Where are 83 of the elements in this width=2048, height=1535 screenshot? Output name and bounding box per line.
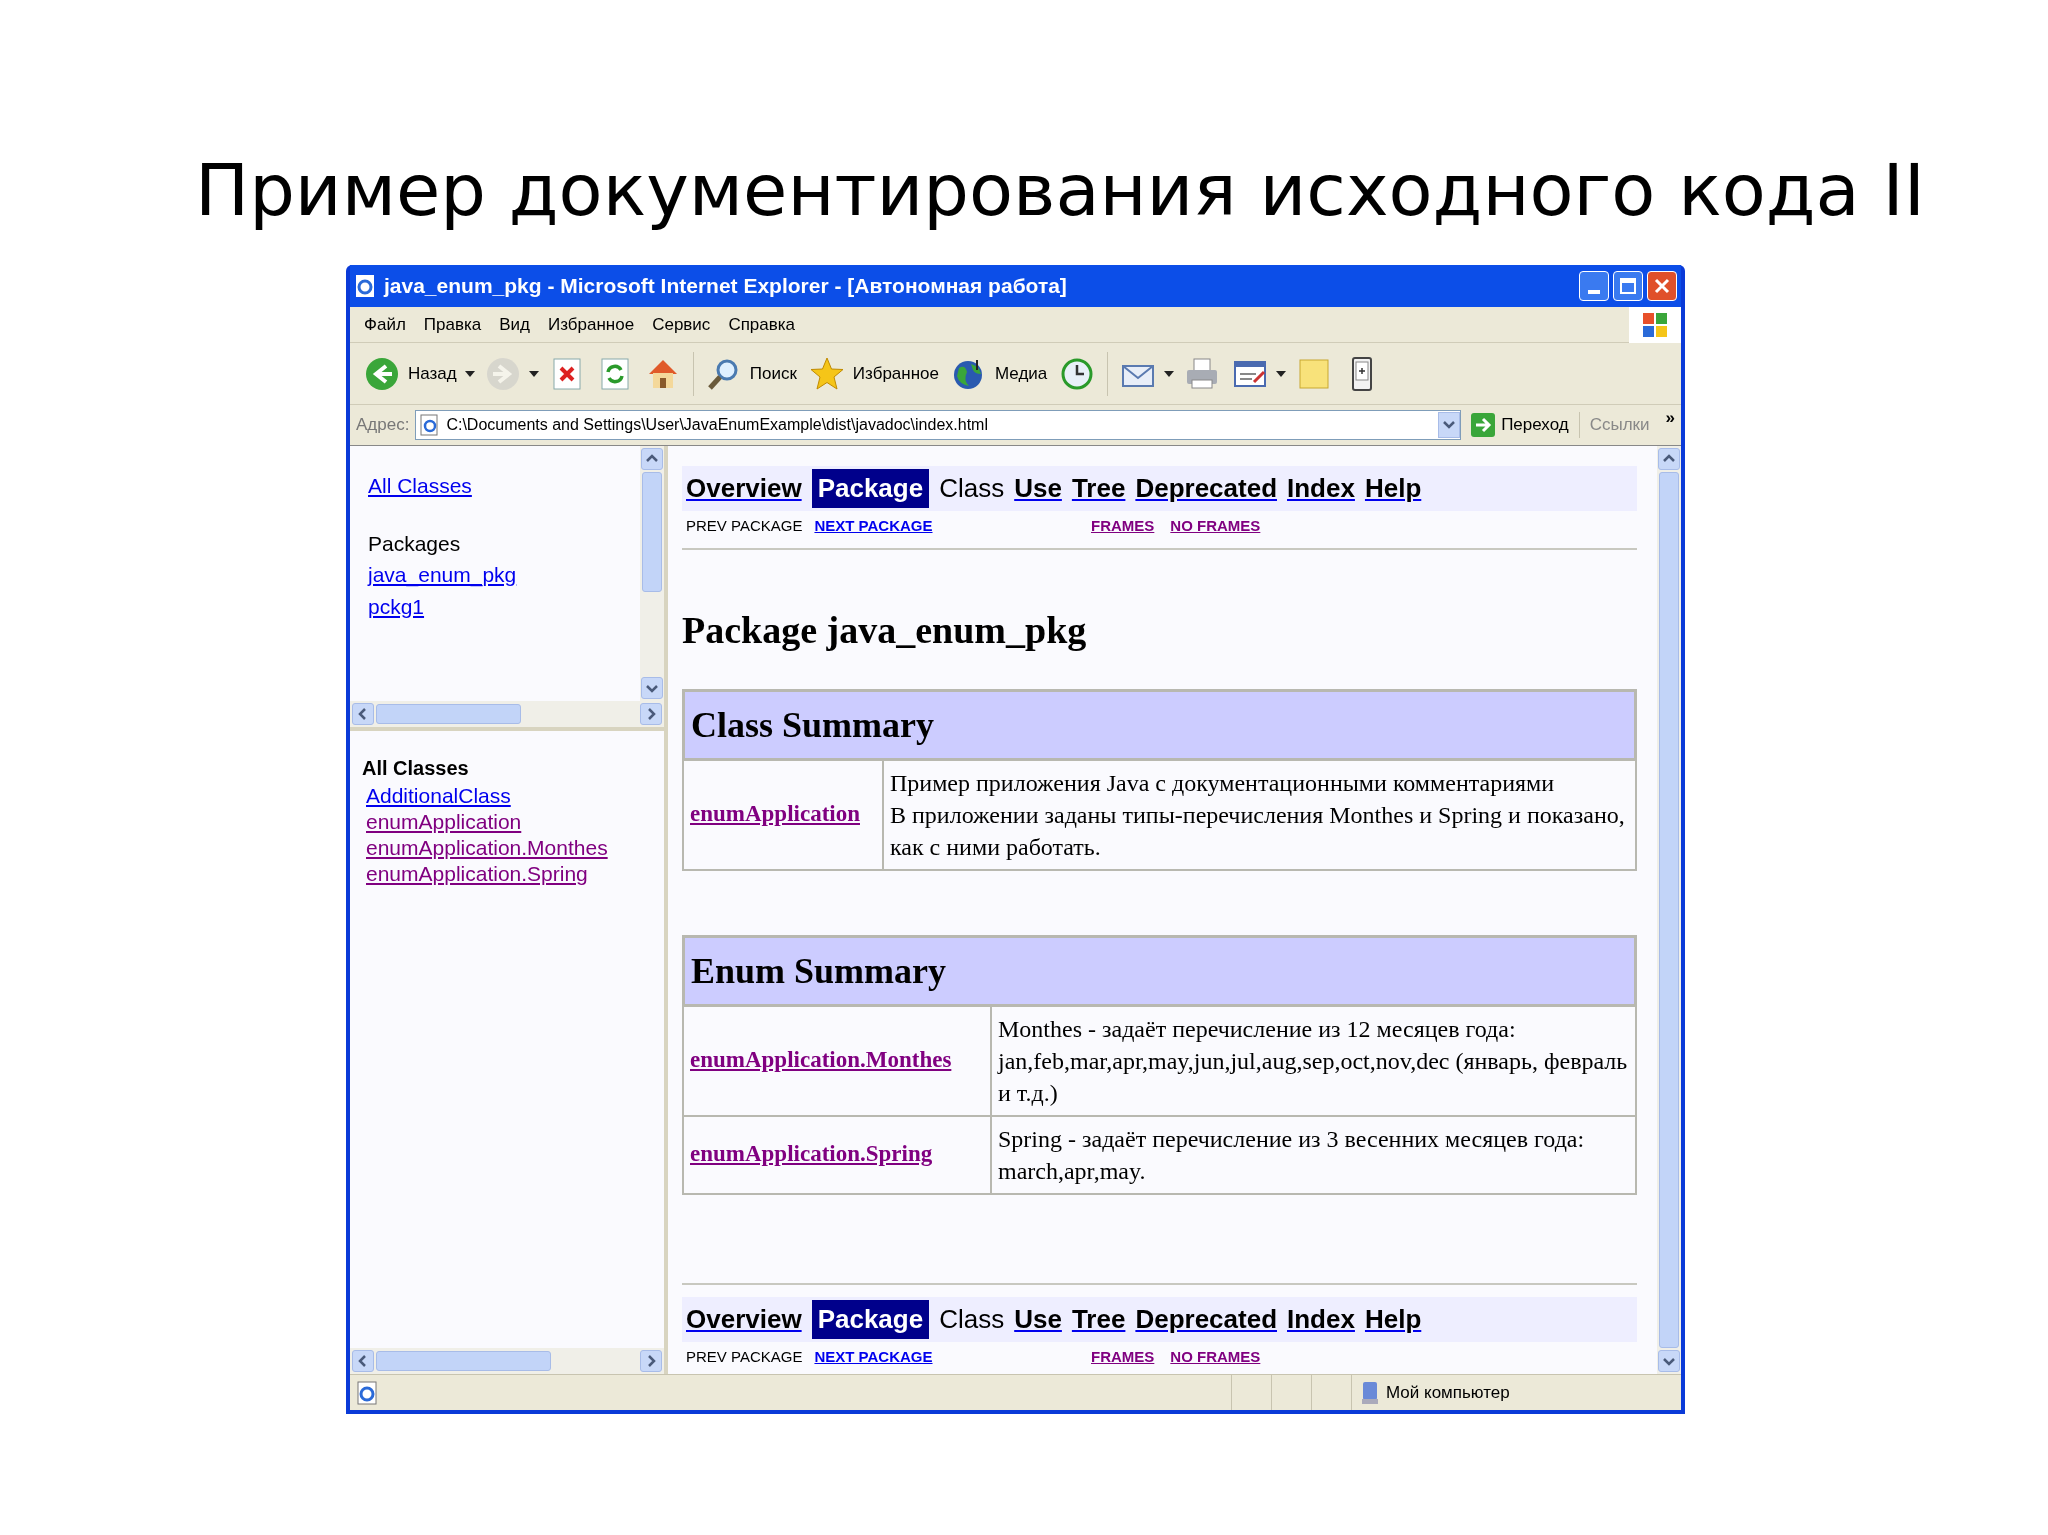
address-dropdown-button[interactable]	[1438, 412, 1461, 438]
table-header: Enum Summary	[684, 936, 1635, 1005]
nav-sub-link[interactable]: NO FRAMES	[1170, 1345, 1261, 1368]
table-header: Class Summary	[684, 690, 1635, 759]
dropdown-caret-icon[interactable]	[1276, 370, 1287, 377]
nav-sub-link[interactable]: NEXT PACKAGE	[814, 1345, 933, 1368]
minimize-icon	[1588, 290, 1600, 294]
horizontal-scrollbar[interactable]	[350, 1348, 664, 1374]
windows-flag-icon	[1642, 311, 1668, 338]
nav-sub-link[interactable]: FRAMES	[1091, 515, 1155, 538]
nav-link[interactable]: Package	[811, 469, 930, 508]
class-name-link[interactable]: enumApplication.Spring	[690, 1137, 933, 1172]
toolbar-button[interactable]: Поиск	[703, 353, 799, 394]
zone-label: Мой компьютер	[1386, 1381, 1510, 1404]
nav-link[interactable]: Use	[1014, 1299, 1062, 1339]
nav-sub-link[interactable]: NO FRAMES	[1170, 515, 1261, 538]
page-icon	[420, 414, 441, 436]
dropdown-caret-icon[interactable]	[464, 370, 475, 377]
nav-link[interactable]: Help	[1364, 1299, 1422, 1339]
close-icon	[1654, 278, 1670, 294]
nav-link[interactable]: Overview	[686, 1299, 802, 1339]
nav-link[interactable]: Help	[1364, 469, 1422, 508]
nav-link[interactable]: Deprecated	[1135, 1299, 1277, 1339]
menu-item[interactable]: Справка	[720, 311, 804, 338]
class-list-entry[interactable]: enumApplication.Spring	[366, 861, 588, 887]
close-button[interactable]	[1647, 271, 1677, 301]
arrow-right-icon	[1471, 413, 1496, 437]
class-name-link[interactable]: enumApplication.Monthes	[690, 1043, 952, 1078]
menu-item[interactable]: Правка	[415, 311, 490, 338]
nav-sub-link[interactable]: NEXT PACKAGE	[814, 515, 933, 538]
nav-link[interactable]: Package	[811, 1299, 930, 1339]
computer-icon	[1360, 1380, 1380, 1405]
menu-item[interactable]: Вид	[491, 311, 538, 338]
toolbar-button[interactable]: Медиа	[949, 353, 1050, 394]
dropdown-caret-icon[interactable]	[1164, 370, 1175, 377]
menu-item[interactable]: Сервис	[644, 311, 719, 338]
nav-link[interactable]: Index	[1287, 1299, 1355, 1339]
scrollbar-thumb[interactable]	[376, 1351, 551, 1371]
nav-link[interactable]: Overview	[686, 469, 802, 508]
toolbar-button[interactable]: Избранное	[806, 353, 941, 394]
class-list-entry[interactable]: enumApplication	[366, 809, 522, 835]
page-icon	[354, 274, 376, 298]
description-text: Пример приложения Java с документационными комментариями	[890, 768, 1556, 798]
all-classes-link[interactable]: All Classes	[368, 470, 472, 502]
horizontal-scrollbar[interactable]	[350, 701, 664, 727]
nav-sub-link[interactable]: FRAMES	[1091, 1345, 1155, 1368]
chevron-down-icon	[1443, 421, 1456, 429]
window-title: java_enum_pkg - Microsoft Internet Explorer - [Автономная работа]	[384, 273, 1068, 300]
maximize-icon	[1620, 278, 1636, 294]
class-name-link[interactable]: enumApplication	[690, 797, 860, 832]
minimize-button[interactable]	[1579, 271, 1609, 301]
package-title: Package java_enum_pkg	[682, 607, 1088, 653]
menu-item[interactable]: Файл	[356, 311, 414, 338]
vertical-scrollbar[interactable]	[1657, 446, 1681, 1374]
package-list-entry[interactable]: java_enum_pkg	[368, 559, 517, 591]
packages-heading: Packages	[368, 530, 462, 557]
nav-link[interactable]: Index	[1287, 469, 1355, 508]
class-list-entry[interactable]: AdditionalClass	[366, 783, 511, 809]
all-classes-heading: All Classes	[362, 756, 470, 781]
address-field[interactable]: C:\Documents and Settings\User\JavaEnumExample\dist\javadoc\index.html	[415, 410, 1462, 440]
scrollbar-thumb[interactable]	[642, 472, 662, 592]
package-list-entry[interactable]: pckg1	[368, 590, 425, 622]
vertical-scrollbar[interactable]	[640, 446, 664, 701]
address-label: Адрес:	[356, 414, 410, 437]
go-button[interactable]: Переход	[1467, 412, 1573, 438]
nav-link[interactable]: Tree	[1071, 469, 1126, 508]
description-text: В приложении заданы типы-перечисления Monthes и Spring и показано, как с ними работать.	[890, 800, 1626, 862]
description-text: Spring - задаёт перечисление из 3 весенних месяцев года: march,apr,may.	[998, 1124, 1586, 1186]
nav-link[interactable]: Tree	[1071, 1299, 1126, 1339]
scrollbar-thumb[interactable]	[376, 704, 521, 724]
slide-title: Пример документирования исходного кода II	[194, 147, 1927, 234]
menu-item[interactable]: Избранное	[540, 311, 643, 338]
scrollbar-thumb[interactable]	[1659, 472, 1679, 1348]
nav-link[interactable]: Deprecated	[1135, 469, 1277, 508]
class-list-entry[interactable]: enumApplication.Monthes	[366, 835, 608, 861]
maximize-button[interactable]	[1613, 271, 1643, 301]
address-text: C:\Documents and Settings\User\JavaEnumExample\dist\javadoc\index.html	[446, 415, 989, 435]
page-icon	[356, 1380, 378, 1405]
more-chevron[interactable]: »	[1665, 405, 1675, 431]
description-text: Monthes - задаёт перечисление из 12 месяцев года: jan,feb,mar,apr,may,jun,jul,aug,sep,oct,nov,dec (январь, февраль и т.д.)	[998, 1014, 1629, 1108]
star-icon	[808, 355, 845, 392]
nav-link[interactable]: Use	[1014, 469, 1062, 508]
toolbar-button[interactable]: Назад	[362, 353, 459, 394]
